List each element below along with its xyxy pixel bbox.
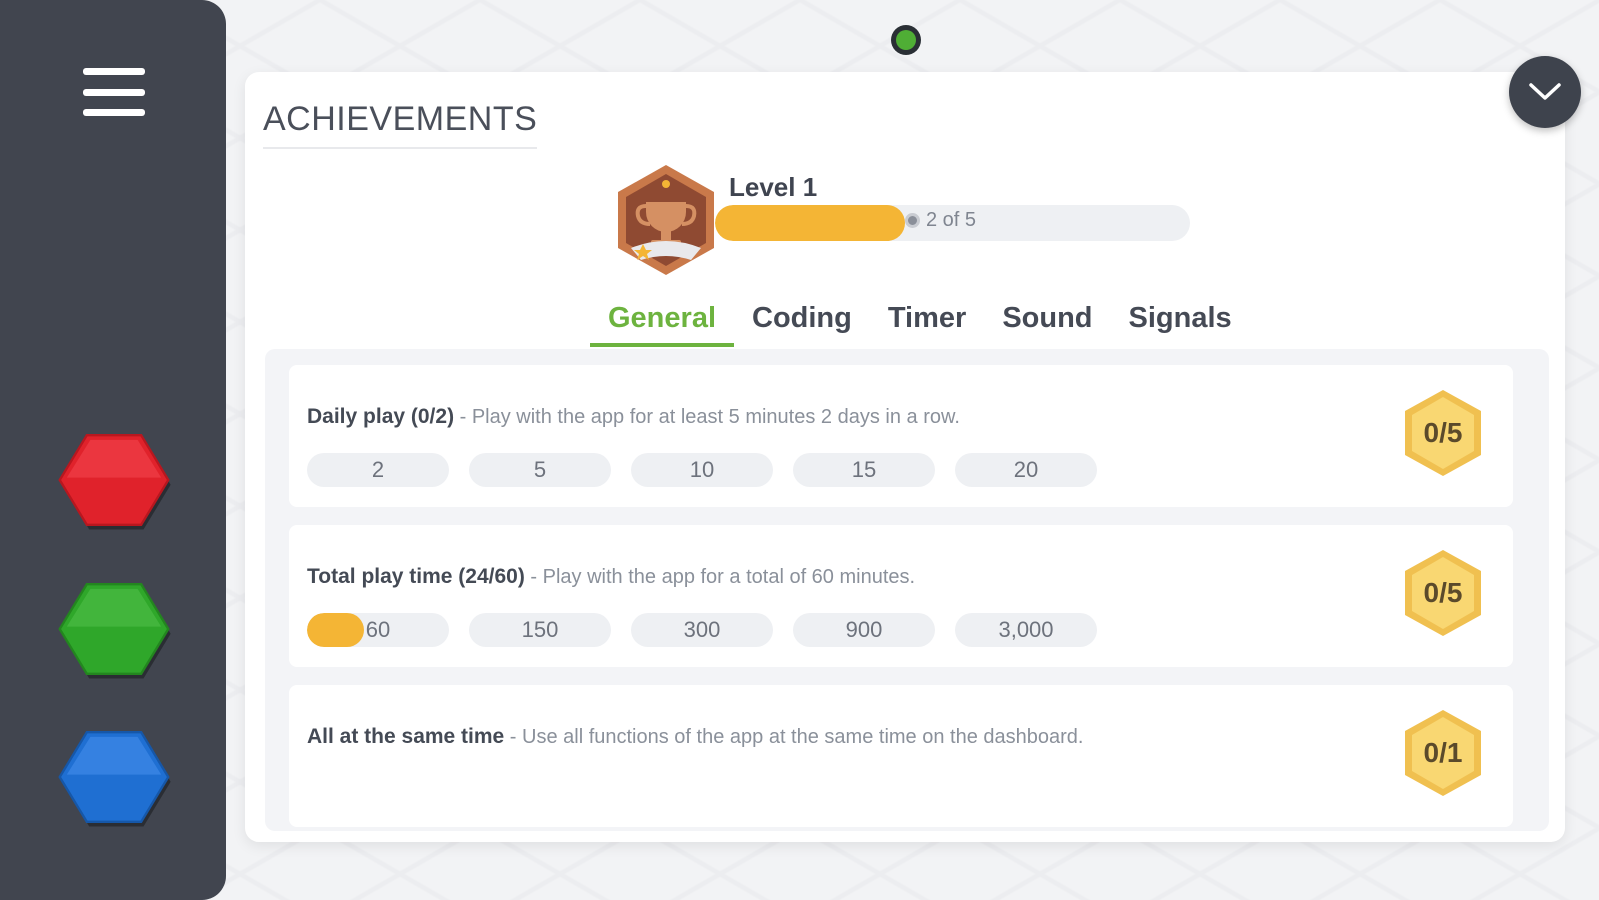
sidebar — [0, 0, 226, 900]
achievement-text: Daily play (0/2) - Play with the app for… — [307, 405, 960, 429]
step-pill: 2 — [307, 453, 449, 487]
page-title: ACHIEVEMENTS — [263, 100, 538, 149]
achievement-description: - Use all functions of the app at the sa… — [504, 726, 1084, 748]
step-pill: 900 — [793, 613, 935, 647]
achievement-text: Total play time (24/60) - Play with the … — [307, 565, 915, 589]
level-progress-text: 2 of 5 — [905, 209, 976, 232]
tab-coding[interactable]: Coding — [734, 302, 870, 347]
coin-icon — [905, 213, 920, 228]
achievement-title: Total play time (24/60) — [307, 565, 525, 588]
achievement-badge: 0/5 — [1401, 387, 1485, 479]
achievement-text: All at the same time - Use all functions… — [307, 725, 1083, 749]
blue-hex-button[interactable] — [55, 718, 173, 836]
step-pill: 20 — [955, 453, 1097, 487]
chevron-down-icon — [1529, 83, 1561, 100]
tab-sound[interactable]: Sound — [984, 302, 1110, 347]
tab-timer[interactable]: Timer — [870, 302, 984, 347]
achievement-steps: 2 5 10 15 20 — [307, 453, 1097, 487]
achievement-card: All at the same time - Use all functions… — [289, 685, 1513, 827]
achievement-description: - Play with the app for at least 5 minut… — [454, 406, 960, 428]
achievement-title: Daily play (0/2) — [307, 405, 455, 428]
step-pill: 10 — [631, 453, 773, 487]
red-hex-button[interactable] — [55, 421, 173, 539]
achievement-steps: 60 150 300 900 3,000 — [307, 613, 1097, 647]
step-pill: 60 — [307, 613, 449, 647]
connection-indicator-icon — [891, 25, 921, 55]
trophy-icon — [618, 165, 714, 275]
green-hex-button[interactable] — [55, 570, 173, 688]
achievement-title: All at the same time — [307, 725, 505, 748]
step-pill: 300 — [631, 613, 773, 647]
tab-signals[interactable]: Signals — [1111, 302, 1250, 347]
step-pill: 15 — [793, 453, 935, 487]
step-pill: 5 — [469, 453, 611, 487]
achievement-card: Total play time (24/60) - Play with the … — [289, 525, 1513, 667]
level-progress-fill — [715, 205, 905, 241]
achievement-card: Daily play (0/2) - Play with the app for… — [289, 365, 1513, 507]
level-label: Level 1 — [729, 172, 818, 202]
collapse-button[interactable] — [1509, 56, 1581, 128]
step-pill: 3,000 — [955, 613, 1097, 647]
hamburger-menu-icon[interactable] — [83, 68, 145, 116]
achievement-list: Daily play (0/2) - Play with the app for… — [265, 349, 1549, 831]
achievements-panel: ACHIEVEMENTS Level 1 2 of 5 General Codi… — [245, 72, 1565, 842]
tab-general[interactable]: General — [590, 302, 734, 347]
achievement-tabs: General Coding Timer Sound Signals — [590, 302, 1250, 347]
achievement-badge: 0/1 — [1401, 707, 1485, 799]
achievement-badge: 0/5 — [1401, 547, 1485, 639]
level-progress-count: 2 of 5 — [926, 209, 977, 231]
achievement-description: - Play with the app for a total of 60 mi… — [524, 566, 916, 588]
step-pill: 150 — [469, 613, 611, 647]
